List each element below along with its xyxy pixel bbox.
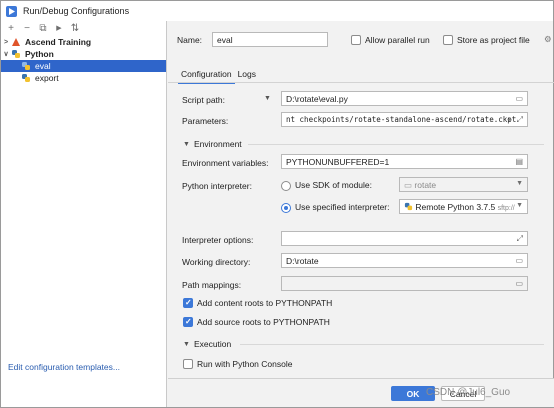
title-bar: Run/Debug Configurations <box>1 1 553 21</box>
configurations-tree: > Ascend Training ∨ Python eval export <box>1 36 166 84</box>
path-mappings-input[interactable]: ▭ <box>281 276 528 291</box>
configuration-editor: Name: eval Allow parallel run Store as p… <box>168 21 554 407</box>
expand-icon[interactable]: + ⤢ <box>507 115 523 125</box>
allow-parallel-label: Allow parallel run <box>365 35 430 45</box>
sidebar-toolbar: + − ⧉ ▶ ⇅ <box>1 21 166 35</box>
working-dir-input[interactable]: D:\rotate ▭ <box>281 253 528 268</box>
sdk-module-select[interactable]: ▭ rotate ▼ <box>399 177 528 192</box>
gear-icon[interactable]: ⚙ <box>544 34 552 45</box>
use-sdk-label: Use SDK of module: <box>295 180 373 190</box>
allow-parallel-checkbox[interactable] <box>351 35 361 45</box>
run-config-app-icon <box>6 5 17 17</box>
sort-icon[interactable]: ⇅ <box>70 23 80 34</box>
parameters-input[interactable]: nt checkpoints/rotate-standalone-ascend/… <box>281 112 528 127</box>
run-with-console-checkbox[interactable] <box>183 359 193 369</box>
store-project-checkbox[interactable] <box>443 35 453 45</box>
tree-item-label: export <box>35 73 59 83</box>
interpreter-suffix: sftp:// <box>497 205 515 212</box>
folder-icon[interactable]: ▭ <box>515 94 523 103</box>
run-debug-window: Run/Debug Configurations + − ⧉ ▶ ⇅ > Asc… <box>0 0 554 408</box>
ascend-icon <box>11 37 22 47</box>
tree-item-eval[interactable]: eval <box>1 60 166 72</box>
move-icon[interactable]: ▶ <box>54 23 64 33</box>
parameters-value: nt checkpoints/rotate-standalone-ascend/… <box>286 115 517 124</box>
python-icon <box>404 202 413 213</box>
tree-item-python[interactable]: ∨ Python <box>1 48 166 60</box>
execution-section-title: Execution <box>193 339 232 349</box>
environment-section[interactable]: ▼ Environment <box>183 139 242 149</box>
tree-item-ascend-training[interactable]: > Ascend Training <box>1 36 166 48</box>
script-path-value: D:\rotate\eval.py <box>286 94 348 104</box>
interpreter-options-label: Interpreter options: <box>182 235 254 245</box>
use-specified-interpreter-label: Use specified interpreter: <box>295 202 390 212</box>
parameters-label: Parameters: <box>182 116 229 126</box>
script-path-input[interactable]: D:\rotate\eval.py ▭ <box>281 91 528 106</box>
configurations-sidebar: + − ⧉ ▶ ⇅ > Ascend Training ∨ Python eva… <box>1 21 167 407</box>
env-vars-label: Environment variables: <box>182 158 269 168</box>
add-source-roots-checkbox[interactable] <box>183 317 193 327</box>
execution-section[interactable]: ▼ Execution <box>183 339 231 349</box>
store-project-label: Store as project file <box>457 35 530 45</box>
env-vars-input[interactable]: PYTHONUNBUFFERED=1 ▤ <box>281 154 528 169</box>
tree-item-export[interactable]: export <box>1 72 166 84</box>
chevron-down-icon: ▼ <box>183 340 190 348</box>
env-vars-value: PYTHONUNBUFFERED=1 <box>286 157 390 167</box>
watermark: CSDN @Jul6_Guo <box>426 387 511 398</box>
chevron-down-icon[interactable]: ∨ <box>1 50 11 58</box>
folder-icon: ▭ <box>404 180 415 190</box>
name-input[interactable]: eval <box>212 32 328 47</box>
use-specified-interpreter-radio[interactable] <box>281 203 291 213</box>
working-dir-label: Working directory: <box>182 257 251 267</box>
tree-item-label: Python <box>25 49 54 59</box>
working-dir-value: D:\rotate <box>286 256 319 266</box>
script-type-dropdown-icon[interactable]: ▼ <box>264 95 271 102</box>
remove-icon[interactable]: − <box>22 23 32 34</box>
interpreter-options-input[interactable]: ⤢ <box>281 231 528 246</box>
interpreter-select[interactable]: Remote Python 3.7.5 sftp:// ▼ <box>399 199 528 214</box>
tab-divider <box>168 82 554 83</box>
python-interpreter-label: Python interpreter: <box>182 181 252 191</box>
chevron-down-icon: ▼ <box>516 180 523 187</box>
add-content-roots-label: Add content roots to PYTHONPATH <box>197 298 333 308</box>
path-mappings-label: Path mappings: <box>182 280 242 290</box>
section-divider <box>240 344 544 345</box>
tree-item-label: eval <box>35 61 51 71</box>
environment-section-title: Environment <box>193 139 242 149</box>
name-label: Name: <box>177 35 203 45</box>
chevron-right-icon[interactable]: > <box>1 39 11 46</box>
section-divider <box>248 144 544 145</box>
copy-icon[interactable]: ⧉ <box>38 23 48 34</box>
python-icon <box>11 49 22 59</box>
script-path-label: Script path: <box>182 95 225 105</box>
python-icon <box>21 61 32 71</box>
edit-list-icon[interactable]: ▤ <box>515 157 523 166</box>
tree-item-label: Ascend Training <box>25 37 92 47</box>
edit-configuration-templates-link[interactable]: Edit configuration templates... <box>8 362 120 372</box>
chevron-down-icon: ▼ <box>516 202 523 209</box>
interpreter-value: Remote Python 3.7.5 <box>415 202 496 212</box>
add-source-roots-label: Add source roots to PYTHONPATH <box>197 317 330 327</box>
folder-icon[interactable]: ▭ <box>515 279 523 288</box>
folder-icon[interactable]: ▭ <box>515 256 523 265</box>
add-content-roots-checkbox[interactable] <box>183 298 193 308</box>
dialog-button-bar: OK Cancel CSDN @Jul6_Guo <box>168 378 554 407</box>
run-with-console-label: Run with Python Console <box>197 359 293 369</box>
python-icon <box>21 73 32 83</box>
window-title: Run/Debug Configurations <box>23 6 130 16</box>
sdk-module-value: rotate <box>414 180 437 190</box>
chevron-down-icon: ▼ <box>183 140 190 148</box>
add-icon[interactable]: + <box>6 23 16 34</box>
use-sdk-radio[interactable] <box>281 181 291 191</box>
expand-icon[interactable]: ⤢ <box>517 234 523 244</box>
